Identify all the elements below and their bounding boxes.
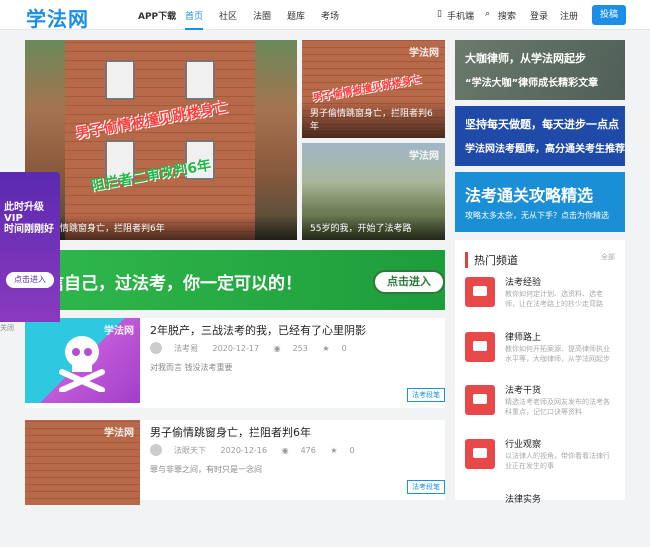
chat-icon — [465, 332, 495, 362]
channel-item[interactable]: 法考干货 精选法考老师及网友发布的法考各科重点，记忆口诀等资料 — [465, 383, 615, 438]
article-thumbnail[interactable]: 学法网 — [25, 318, 140, 403]
featured-small-1-caption[interactable]: 男子偷情跳窗身亡，拦阻者判6年 — [302, 100, 445, 138]
thumbs-up-icon[interactable]: ★ — [322, 344, 329, 353]
nav-exam-room[interactable]: 考场 — [321, 9, 339, 22]
article-desc: 罪与非罪之间，有时只是一念间 — [150, 465, 262, 474]
thumbs-up-icon[interactable]: ★ — [330, 446, 337, 455]
side-banner-title: 法考通关攻略精选 — [465, 186, 594, 205]
side-banner-question-bank[interactable]: 坚持每天做题，每天进步一点点 学法网法考题库，高分通关考生推荐 — [455, 106, 625, 166]
article-date: 2020-12-17 — [212, 343, 260, 353]
skull-icon — [59, 336, 105, 392]
nav-community[interactable]: 社区 — [219, 9, 237, 22]
eye-icon: ◉ — [273, 343, 281, 353]
channel-item[interactable]: 法考经验 教你如何定计划、选资料、选老师，让在法考路上的抄少走弯路 — [465, 275, 615, 330]
channel-item[interactable]: 律师路上 教你如何开拓案源、提高律师执业水平等，大咖律师，从学法网起步 — [465, 330, 615, 385]
article-meta: 法考易 2020-12-17 ◉ 253 ★ 0 — [150, 342, 359, 354]
side-banner-title: 大咖律师，从学法网起步 — [465, 52, 586, 65]
channel-desc: 以法律人的视角，带你看看法律行业正在发生的事 — [505, 452, 610, 470]
featured-main[interactable]: 男子偷情被撞见跳楼身亡 阻拦者二审改判6年 男子偷情跳窗身亡，拦阻者判6年 — [25, 40, 297, 240]
channel-name[interactable]: 法考干货 — [505, 383, 541, 396]
featured-main-caption[interactable]: 男子偷情跳窗身亡，拦阻者判6年 — [25, 215, 297, 240]
channel-desc: 教你如何开拓案源、提高律师执业水平等，大咖律师，从学法网起步 — [505, 345, 610, 363]
article-views: 476 — [300, 445, 316, 455]
login-link[interactable]: 登录 — [530, 9, 548, 22]
nav-law-circle[interactable]: 法圈 — [253, 9, 271, 22]
wide-banner-enter-button[interactable]: 点击进入 — [373, 270, 445, 294]
mobile-link[interactable]: 手机端 — [447, 9, 474, 22]
watermark: 学法网 — [409, 48, 439, 59]
vip-close-button[interactable]: 关闭 — [0, 323, 14, 333]
eye-icon: ◉ — [281, 445, 289, 455]
article-card[interactable]: 学法网 2年脱产，三战法考的我，已经有了心里阴影 法考易 2020-12-17 … — [25, 318, 445, 408]
window-shape — [105, 60, 135, 100]
article-likes: 0 — [341, 343, 347, 353]
phone-icon[interactable]: ▯ — [437, 9, 442, 19]
hot-channels-panel: 热门频道 全部 法考经验 教你如何定计划、选资料、选老师，让在法考路上的抄少走弯… — [455, 240, 625, 505]
nav-question-bank[interactable]: 题库 — [287, 9, 305, 22]
side-banner-subtitle: 学法网法考题库，高分通关考生推荐 — [465, 144, 625, 155]
avatar[interactable] — [150, 444, 162, 456]
vip-enter-button[interactable]: 点击进入 — [6, 272, 54, 288]
article-title[interactable]: 男子偷情跳窗身亡，拦阻者判6年 — [150, 424, 311, 440]
article-desc: 对我而言 钱没法考重要 — [150, 363, 233, 372]
article-author[interactable]: 法眼天下 — [174, 446, 206, 455]
side-banner-subtitle: “学法大咖”律师成长精彩文章 — [465, 78, 599, 89]
post-button[interactable]: 投稿 — [592, 5, 626, 25]
article-date: 2020-12-16 — [220, 445, 268, 455]
article-card[interactable]: 学法网 男子偷情跳窗身亡，拦阻者判6年 法眼天下 2020-12-16 ◉ 476… — [25, 420, 445, 505]
article-meta: 法眼天下 2020-12-16 ◉ 476 ★ 0 — [150, 444, 367, 456]
watermark: 学法网 — [104, 428, 134, 439]
channel-item[interactable]: 行业观察 以法律人的视角，带你看看法律行业正在发生的事 — [465, 437, 615, 492]
article-thumbnail[interactable]: 学法网 — [25, 420, 140, 505]
channel-name[interactable]: 行业观察 — [505, 437, 541, 450]
channel-item[interactable]: 法律实务 — [465, 492, 615, 547]
channel-name[interactable]: 法律实务 — [505, 492, 541, 505]
article-likes: 0 — [349, 445, 355, 455]
top-navbar: 学法网 APP下载 首页 社区 法圈 题库 考场 ▯ 手机端 ⌕ 搜索 登录 注… — [0, 0, 650, 32]
site-logo[interactable]: 学法网 — [26, 3, 89, 32]
chat-icon — [465, 385, 495, 415]
article-tag[interactable]: 法考段笔 — [407, 388, 445, 402]
vip-float-ad[interactable]: 此时升级VIP 时间刚刚好 点击进入 — [0, 172, 60, 322]
featured-small-2[interactable]: 学法网 55岁的我，开始了法考路 — [302, 143, 445, 240]
register-link[interactable]: 注册 — [560, 9, 578, 22]
wide-banner[interactable]: 相信自己，过法考，你一定可以的！ 点击进入 — [25, 250, 445, 310]
article-tag[interactable]: 法考段笔 — [407, 480, 445, 494]
avatar[interactable] — [150, 342, 162, 354]
nav-home[interactable]: 首页 — [185, 9, 203, 22]
nav-app-download[interactable]: APP下载 — [138, 9, 176, 22]
vip-line-2: 时间刚刚好 — [4, 224, 54, 235]
chat-icon — [465, 439, 495, 469]
featured-small-1[interactable]: 学法网 男子偷情被撞见跳楼身亡 男子偷情跳窗身亡，拦阻者判6年 — [302, 40, 445, 138]
window-shape — [185, 60, 215, 100]
side-banner-lawyer[interactable]: 大咖律师，从学法网起步 “学法大咖”律师成长精彩文章 — [455, 40, 625, 100]
hot-channels-all-link[interactable]: 全部 — [601, 252, 615, 262]
chat-icon — [465, 277, 495, 307]
watermark: 学法网 — [104, 326, 134, 337]
side-banner-strategy[interactable]: 法考通关攻略精选 攻略太多太杂，无从下手？点击为你精选 — [455, 172, 625, 232]
wide-banner-text: 相信自己，过法考，你一定可以的！ — [30, 274, 302, 294]
search-link[interactable]: 搜索 — [498, 9, 516, 22]
featured-small-2-caption[interactable]: 55岁的我，开始了法考路 — [302, 215, 445, 240]
channel-name[interactable]: 法考经验 — [505, 275, 541, 288]
watermark: 学法网 — [409, 151, 439, 162]
active-nav-indicator — [185, 28, 203, 30]
side-banner-title: 坚持每天做题，每天进步一点点 — [465, 118, 619, 131]
hot-channels-title: 热门频道 — [465, 252, 518, 268]
channel-name[interactable]: 律师路上 — [505, 330, 541, 343]
side-banner-subtitle: 攻略太多太杂，无从下手？点击为你精选 — [465, 211, 609, 220]
search-icon[interactable]: ⌕ — [485, 9, 490, 19]
channel-desc: 精选法考老师及网友发布的法考各科重点，记忆口诀等资料 — [505, 398, 610, 416]
channel-desc: 教你如何定计划、选资料、选老师，让在法考路上的抄少走弯路 — [505, 290, 603, 308]
article-title[interactable]: 2年脱产，三战法考的我，已经有了心里阴影 — [150, 322, 366, 338]
article-author[interactable]: 法考易 — [174, 344, 198, 353]
article-views: 253 — [292, 343, 308, 353]
